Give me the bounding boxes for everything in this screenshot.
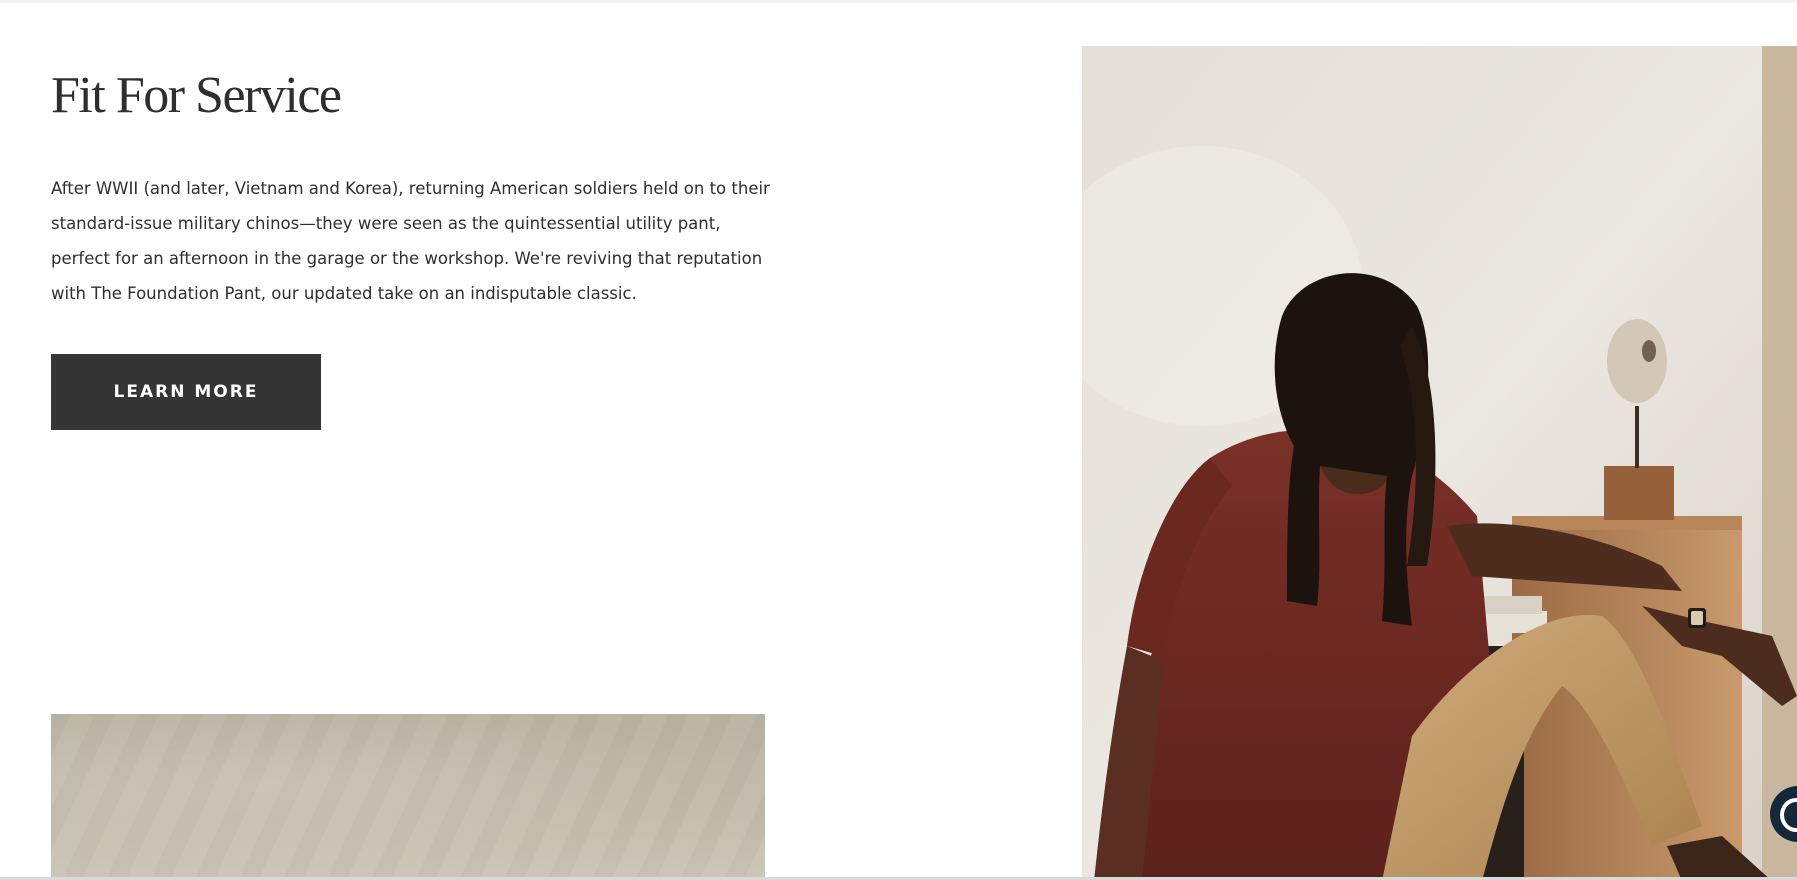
section-body-text: After WWII (and later, Vietnam and Korea… (51, 179, 770, 303)
section-heading: Fit For Service (51, 67, 342, 124)
model-photo (1082, 46, 1797, 880)
secondary-image (51, 714, 765, 880)
chat-ring (1780, 798, 1797, 832)
learn-more-button[interactable]: LEARN MORE (51, 354, 321, 430)
feature-section: Fit For Service After WWII (and later, V… (0, 3, 1797, 880)
